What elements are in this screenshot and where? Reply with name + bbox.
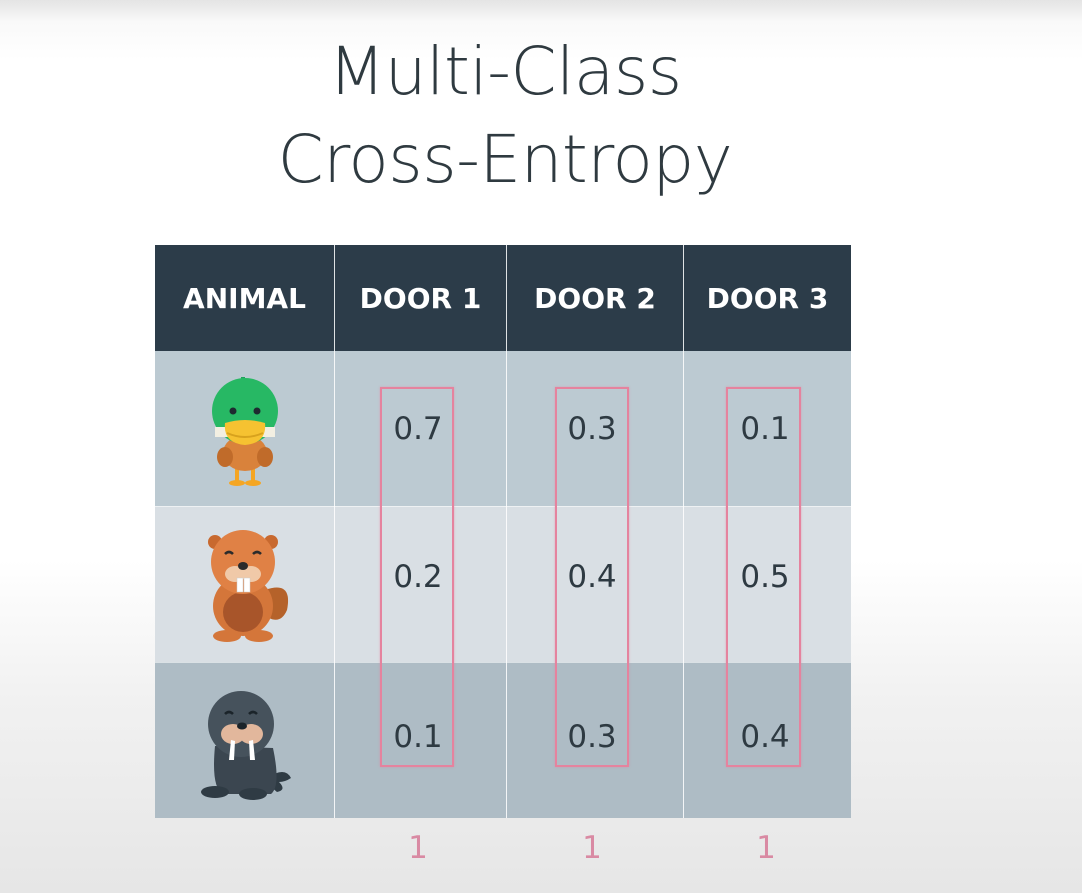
header-door-1: DOOR 1 (359, 281, 482, 315)
column-divider (683, 245, 684, 818)
door-1-sum: 1 (408, 830, 428, 866)
column-divider (506, 245, 507, 818)
header-animal: ANIMAL (183, 281, 306, 315)
beaver-icon (208, 530, 289, 642)
door-1-highlight-box (380, 387, 454, 767)
walrus-icon (201, 691, 291, 800)
door-3-sum: 1 (756, 830, 776, 866)
door-2-sum: 1 (582, 830, 602, 866)
title-line-1: Multi-Class (328, 33, 682, 110)
table-header: ANIMAL DOOR 1 DOOR 2 DOOR 3 (155, 245, 851, 351)
duck-icon (212, 377, 278, 486)
probability-table: ANIMAL DOOR 1 DOOR 2 DOOR 3 0.7 0.3 0.1 … (155, 245, 851, 818)
title-line-2: Cross-Entropy (277, 121, 733, 198)
header-door-2: DOOR 2 (534, 281, 656, 315)
door-2-highlight-box (555, 387, 629, 767)
slide-title: Multi-Class Cross-Entropy (0, 28, 1010, 204)
column-divider (334, 245, 335, 818)
door-3-highlight-box (726, 387, 801, 767)
header-door-3: DOOR 3 (706, 281, 829, 315)
